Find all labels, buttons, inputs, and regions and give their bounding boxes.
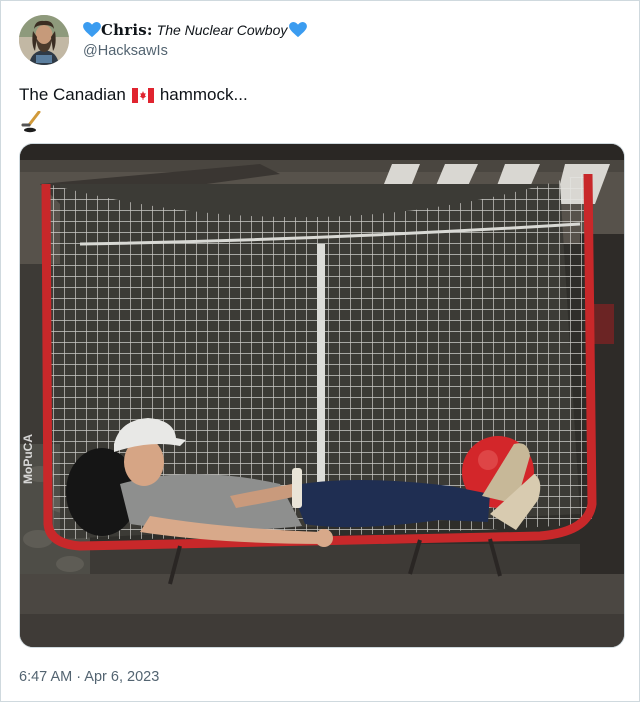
canada-flag-icon (131, 87, 154, 103)
photo-watermark: MoPuCA (21, 434, 35, 484)
bearded-man-avatar-icon (19, 15, 69, 65)
author-name[interactable]: Chris: The Nuclear Cowboy (83, 19, 308, 41)
tweet-photo[interactable]: MoPuCA (19, 143, 625, 648)
blue-heart-icon (83, 22, 101, 38)
tweet-timestamp[interactable]: 6:47 AM · Apr 6, 2023 (19, 669, 159, 685)
author-avatar[interactable] (19, 15, 69, 65)
hockey-stick-puck-icon (21, 111, 41, 133)
author-handle[interactable]: @HacksawIs (83, 43, 168, 59)
tweet-text-start: The Canadian (19, 85, 126, 104)
tweet-text-end: hammock... (159, 85, 248, 104)
author-name-suffix: The Nuclear Cowboy (156, 22, 288, 38)
author-name-prefix: Chris: (101, 21, 153, 39)
tweet-text: The Canadian hammock... (19, 85, 248, 105)
hockey-net-hammock-photo: MoPuCA (20, 144, 624, 647)
blue-heart-icon (289, 22, 308, 38)
tweet-card: Chris: The Nuclear Cowboy @HacksawIs The… (0, 0, 640, 702)
